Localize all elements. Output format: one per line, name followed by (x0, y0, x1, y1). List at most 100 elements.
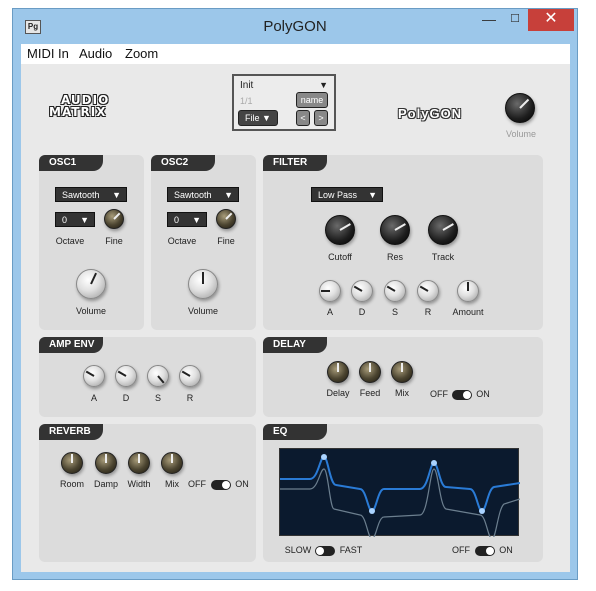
reverb-toggle[interactable] (211, 480, 231, 490)
knob-pointer (138, 454, 140, 463)
delay-mix-label: Mix (395, 388, 409, 398)
toggle-knob (316, 547, 324, 555)
knob-pointer (394, 223, 406, 231)
file-button-label: File (245, 113, 260, 123)
preset-name[interactable]: Init (240, 80, 253, 91)
eq-band-1-handle[interactable] (321, 454, 327, 460)
osc2-title: OSC2 (151, 155, 215, 171)
polygon-logo: PolyGON (398, 106, 463, 121)
reverb-mix-knob[interactable] (161, 452, 183, 474)
preset-prev-button[interactable]: < (296, 110, 310, 126)
menu-zoom[interactable]: Zoom (125, 46, 158, 61)
knob-pointer (339, 223, 351, 231)
filter-cutoff-label: Cutoff (328, 252, 352, 262)
title-bar[interactable]: Pg PolyGON — ☐ ✕ (13, 9, 577, 43)
delay-mix-knob[interactable] (391, 361, 413, 383)
filter-title: FILTER (263, 155, 327, 171)
master-volume-label: Volume (505, 129, 537, 139)
amp-env-d-knob[interactable] (115, 365, 137, 387)
reverb-damp-knob[interactable] (95, 452, 117, 474)
chevron-down-icon: ▼ (112, 190, 121, 200)
filter-type-value: Low Pass (318, 190, 358, 200)
toggle-knob (486, 547, 494, 555)
eq-band-3-handle[interactable] (431, 460, 437, 466)
delay-feed-label: Feed (359, 388, 381, 398)
eq-fast-label: FAST (339, 545, 363, 555)
chevron-down-icon: ▼ (368, 190, 377, 200)
osc1-waveform-select[interactable]: Sawtooth ▼ (55, 187, 127, 202)
knob-pointer (401, 363, 403, 372)
filter-res-knob[interactable] (380, 215, 410, 245)
reverb-width-knob[interactable] (128, 452, 150, 474)
osc2-octave-label: Octave (167, 236, 197, 246)
preset-count: 1/1 (240, 96, 253, 106)
name-button[interactable]: name (296, 92, 328, 108)
master-volume-knob[interactable] (505, 93, 535, 123)
osc2-waveform-select[interactable]: Sawtooth ▼ (167, 187, 239, 202)
eq-band-4-handle[interactable] (479, 508, 485, 514)
knob-pointer (519, 98, 530, 109)
delay-off-label: OFF (430, 389, 448, 399)
osc2-fine-knob[interactable] (216, 209, 236, 229)
reverb-on-label: ON (235, 479, 249, 489)
eq-band-2-handle[interactable] (369, 508, 375, 514)
knob-pointer (419, 285, 429, 292)
filter-env-d-knob[interactable] (351, 280, 373, 302)
osc1-fine-knob[interactable] (104, 209, 124, 229)
reverb-title: REVERB (39, 424, 103, 440)
osc1-octave-select[interactable]: 0 ▼ (55, 212, 95, 227)
osc1-panel: OSC1 Sawtooth ▼ 0 ▼ Octave Fine Volume (39, 155, 144, 330)
eq-off-label: OFF (452, 545, 470, 555)
file-button[interactable]: File ▼ (238, 110, 278, 126)
osc2-volume-knob[interactable] (188, 269, 218, 299)
eq-graph[interactable] (279, 448, 521, 540)
filter-env-a-knob[interactable] (319, 280, 341, 302)
close-button[interactable]: ✕ (528, 9, 574, 31)
filter-env-r-knob[interactable] (417, 280, 439, 302)
minimize-button[interactable]: — (476, 9, 502, 31)
eq-panel: EQ SLOW FAST OFF ON (263, 424, 543, 562)
knob-pointer (386, 285, 396, 292)
amp-env-a-knob[interactable] (83, 365, 105, 387)
knob-pointer (71, 454, 73, 463)
chevron-down-icon: ▼ (80, 215, 89, 225)
reverb-width-label: Width (127, 479, 151, 489)
knob-pointer (202, 272, 204, 284)
amp-env-title: AMP ENV (39, 337, 103, 353)
filter-d-label: D (358, 307, 366, 317)
osc1-volume-knob[interactable] (76, 269, 106, 299)
knob-pointer (369, 363, 371, 372)
filter-track-knob[interactable] (428, 215, 458, 245)
osc2-octave-value: 0 (174, 215, 180, 225)
filter-amount-knob[interactable] (457, 280, 479, 302)
osc2-octave-select[interactable]: 0 ▼ (167, 212, 207, 227)
preset-dropdown-icon[interactable]: ▼ (319, 80, 328, 90)
filter-env-s-knob[interactable] (384, 280, 406, 302)
filter-type-select[interactable]: Low Pass ▼ (311, 187, 383, 202)
delay-time-knob[interactable] (327, 361, 349, 383)
filter-amount-label: Amount (452, 307, 484, 317)
knob-pointer (353, 285, 363, 292)
delay-panel: DELAY Delay Feed Mix OFF ON (263, 337, 543, 417)
filter-track-label: Track (431, 252, 455, 262)
maximize-button[interactable]: ☐ (502, 9, 528, 31)
delay-feed-knob[interactable] (359, 361, 381, 383)
delay-toggle[interactable] (452, 390, 472, 400)
amp-env-s-knob[interactable] (147, 365, 169, 387)
amp-env-s-label: S (154, 393, 161, 403)
chevron-down-icon: ▼ (192, 215, 201, 225)
knob-pointer (442, 223, 454, 231)
reverb-panel: REVERB Room Damp Width Mix OFF ON (39, 424, 256, 562)
toggle-knob (463, 391, 471, 399)
reverb-room-knob[interactable] (61, 452, 83, 474)
menu-audio[interactable]: Audio (79, 46, 112, 61)
osc2-panel: OSC2 Sawtooth ▼ 0 ▼ Octave Fine Volume (151, 155, 256, 330)
amp-env-r-knob[interactable] (179, 365, 201, 387)
filter-cutoff-knob[interactable] (325, 215, 355, 245)
preset-next-button[interactable]: > (314, 110, 328, 126)
filter-a-label: A (326, 307, 333, 317)
eq-toggle[interactable] (475, 546, 495, 556)
menu-midi-in[interactable]: MIDI In (27, 46, 69, 61)
eq-speed-toggle[interactable] (315, 546, 335, 556)
knob-pointer (157, 375, 165, 384)
